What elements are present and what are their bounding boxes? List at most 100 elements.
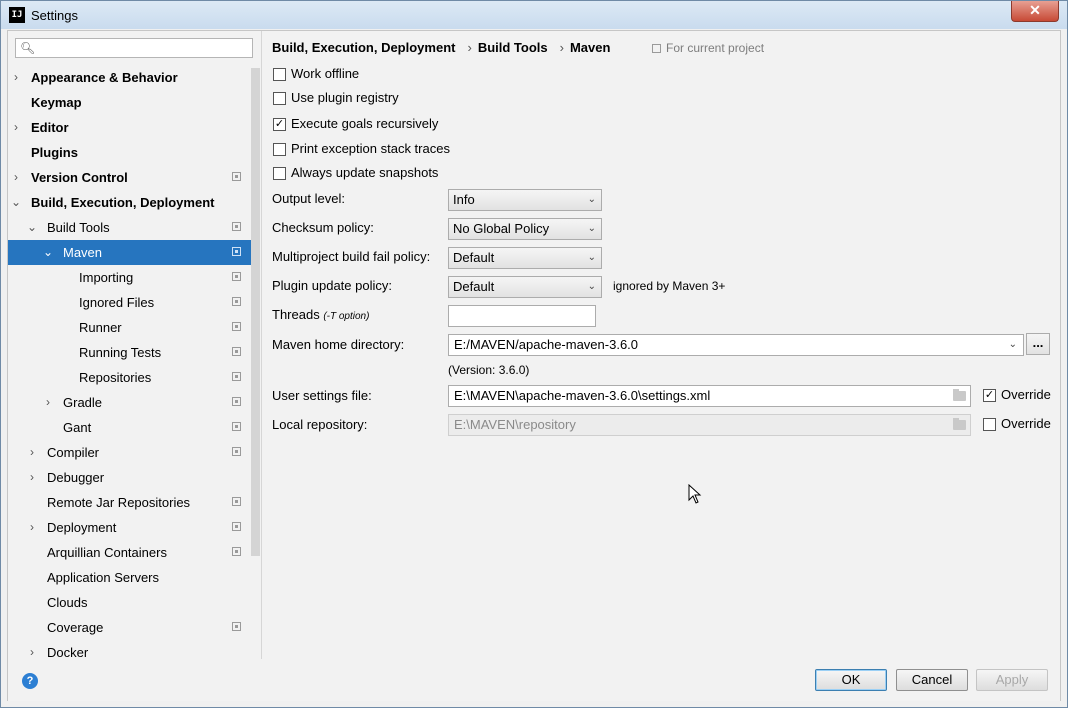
project-scope-icon <box>232 272 241 281</box>
print-exception-checkbox[interactable] <box>273 143 286 156</box>
close-button[interactable]: ✕ <box>1011 1 1059 22</box>
sidebar-item-remote-jar-repositories[interactable]: Remote Jar Repositories <box>8 490 251 515</box>
sidebar-item-label: Arquillian Containers <box>47 545 167 560</box>
window-title: Settings <box>31 8 78 23</box>
sidebar-item-label: Coverage <box>47 620 104 635</box>
user-settings-override-checkbox[interactable]: ✓ <box>983 389 996 402</box>
plugin-update-select[interactable]: Default ⌄ <box>448 276 602 298</box>
always-update-label: Always update snapshots <box>291 165 439 180</box>
sidebar-item-editor[interactable]: › Editor <box>8 115 251 140</box>
sidebar-item-label: Plugins <box>31 145 78 160</box>
chevron-right-icon[interactable]: › <box>26 440 38 465</box>
checksum-policy-select[interactable]: No Global Policy ⌄ <box>448 218 602 240</box>
chevron-down-icon: ⌄ <box>587 281 596 292</box>
intellij-app-icon: IJ <box>9 7 25 23</box>
chevron-right-icon[interactable]: › <box>10 115 22 140</box>
dialog-footer: ? OK Cancel Apply <box>8 659 1060 701</box>
chevron-right-icon[interactable]: › <box>26 515 38 540</box>
maven-home-value: E:/MAVEN/apache-maven-3.6.0 <box>454 337 639 352</box>
sidebar-item-gradle[interactable]: › Gradle <box>8 390 251 415</box>
output-level-select[interactable]: Info ⌄ <box>448 189 602 211</box>
chevron-right-icon[interactable]: › <box>26 465 38 490</box>
local-repo-input[interactable]: E:\MAVEN\repository <box>448 414 971 436</box>
chevron-right-icon[interactable]: › <box>26 640 38 659</box>
sidebar-item-label: Debugger <box>47 470 105 485</box>
sidebar-item-label: Build Tools <box>47 220 110 235</box>
sidebar-item-plugins[interactable]: Plugins <box>8 140 251 165</box>
multiproject-select[interactable]: Default ⌄ <box>448 247 602 269</box>
sidebar-item-repositories[interactable]: Repositories <box>8 365 251 390</box>
threads-label-text: Threads <box>272 307 320 322</box>
sidebar-item-label: Repositories <box>79 370 152 385</box>
checksum-policy-label: Checksum policy: <box>272 220 374 235</box>
sidebar-item-docker[interactable]: › Docker <box>8 640 251 659</box>
sidebar-item-label: Application Servers <box>47 570 159 585</box>
sidebar-item-label: Editor <box>31 120 69 135</box>
sidebar-item-application-servers[interactable]: Application Servers <box>8 565 251 590</box>
work-offline-checkbox[interactable] <box>273 68 286 81</box>
project-scope-icon <box>652 44 661 53</box>
local-repo-value: E:\MAVEN\repository <box>454 417 576 432</box>
sidebar-item-arquillian-containers[interactable]: Arquillian Containers <box>8 540 251 565</box>
sidebar-item-label: Appearance & Behavior <box>31 70 178 85</box>
sidebar-item-deployment[interactable]: › Deployment <box>8 515 251 540</box>
project-scope-icon <box>232 222 241 231</box>
output-level-label: Output level: <box>272 191 345 206</box>
settings-sidebar: 🔍︎ › Appearance & Behavior Keymap › Editor Pl… <box>8 31 262 659</box>
user-settings-value: E:\MAVEN\apache-maven-3.6.0\settings.xml <box>454 388 711 403</box>
breadcrumb-separator: › <box>467 40 472 55</box>
chevron-right-icon[interactable]: › <box>10 65 22 90</box>
sidebar-item-runner[interactable]: Runner <box>8 315 251 340</box>
sidebar-item-coverage[interactable]: Coverage <box>8 615 251 640</box>
sidebar-item-appearance-behavior[interactable]: › Appearance & Behavior <box>8 65 251 90</box>
project-scope-icon <box>232 422 241 431</box>
always-update-checkbox[interactable] <box>273 167 286 180</box>
chevron-down-icon[interactable]: ⌄ <box>26 215 38 240</box>
settings-search-input[interactable]: 🔍︎ <box>15 38 253 58</box>
chevron-down-icon[interactable]: ⌄ <box>42 240 54 265</box>
sidebar-item-maven[interactable]: ⌄ Maven <box>8 240 251 265</box>
threads-input[interactable] <box>448 305 596 327</box>
sidebar-item-build-tools[interactable]: ⌄ Build Tools <box>8 215 251 240</box>
sidebar-item-compiler[interactable]: › Compiler <box>8 440 251 465</box>
local-repo-override-checkbox[interactable] <box>983 418 996 431</box>
sidebar-item-importing[interactable]: Importing <box>8 265 251 290</box>
sidebar-item-label: Gradle <box>63 395 103 410</box>
execute-goals-label: Execute goals recursively <box>291 116 439 131</box>
sidebar-item-version-control[interactable]: › Version Control <box>8 165 251 190</box>
output-level-value: Info <box>453 192 475 207</box>
folder-icon[interactable] <box>953 389 966 401</box>
chevron-down-icon[interactable]: ⌄ <box>10 190 22 215</box>
chevron-right-icon[interactable]: › <box>42 390 54 415</box>
sidebar-item-keymap[interactable]: Keymap <box>8 90 251 115</box>
breadcrumb-build-tools: Build Tools <box>477 40 548 55</box>
sidebar-item-ignored-files[interactable]: Ignored Files <box>8 290 251 315</box>
sidebar-item-label: Docker <box>47 645 89 659</box>
sidebar-item-debugger[interactable]: › Debugger <box>8 465 251 490</box>
chevron-down-icon: ⌄ <box>1008 339 1017 350</box>
maven-home-browse-button[interactable]: ... <box>1026 333 1050 355</box>
sidebar-item-running-tests[interactable]: Running Tests <box>8 340 251 365</box>
sidebar-item-clouds[interactable]: Clouds <box>8 590 251 615</box>
sidebar-item-label: Build, Execution, Deployment <box>31 195 215 210</box>
sidebar-item-label: Clouds <box>47 595 88 610</box>
breadcrumb-separator: › <box>559 40 564 55</box>
title-bar[interactable]: IJ Settings ✕ <box>1 1 1067 29</box>
sidebar-scrollbar[interactable] <box>251 68 260 556</box>
help-icon[interactable]: ? <box>22 673 38 689</box>
chevron-right-icon[interactable]: › <box>10 165 22 190</box>
maven-home-select[interactable]: E:/MAVEN/apache-maven-3.6.0 ⌄ <box>448 334 1024 356</box>
sidebar-item-gant[interactable]: Gant <box>8 415 251 440</box>
print-exception-label: Print exception stack traces <box>291 141 450 156</box>
use-plugin-registry-checkbox[interactable] <box>273 92 286 105</box>
scope-label: For current project <box>666 41 765 55</box>
ok-button[interactable]: OK <box>815 669 887 691</box>
plugin-update-label: Plugin update policy: <box>272 278 392 293</box>
user-settings-input[interactable]: E:\MAVEN\apache-maven-3.6.0\settings.xml <box>448 385 971 407</box>
apply-button[interactable]: Apply <box>976 669 1048 691</box>
cancel-button[interactable]: Cancel <box>896 669 968 691</box>
execute-goals-checkbox[interactable]: ✓ <box>273 118 286 131</box>
folder-icon[interactable] <box>953 418 966 430</box>
sidebar-item-build-execution-deployment[interactable]: ⌄ Build, Execution, Deployment <box>8 190 251 215</box>
maven-version-label: (Version: 3.6.0) <box>448 363 530 377</box>
